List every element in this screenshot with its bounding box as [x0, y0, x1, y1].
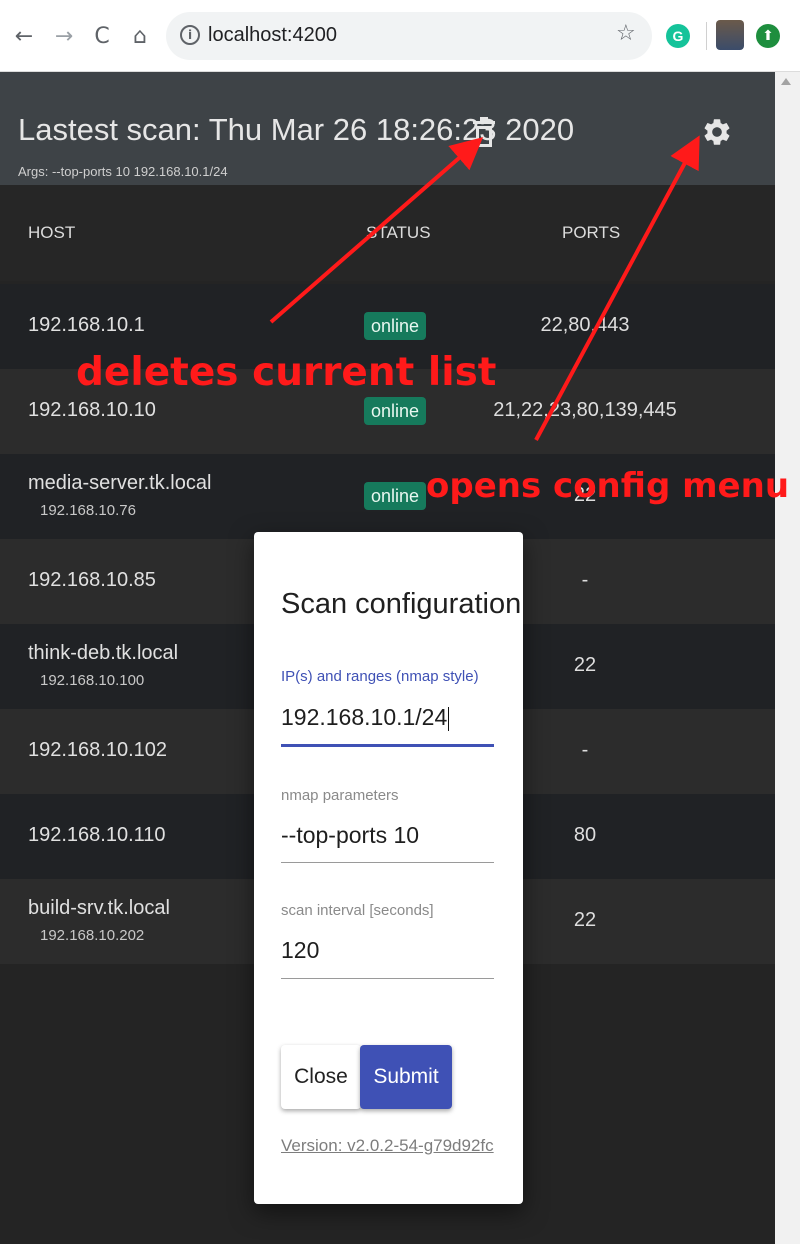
grammarly-extension-icon[interactable]: G	[666, 24, 690, 48]
table-header: HOST STATUS PORTS	[0, 185, 775, 281]
host-name: 192.168.10.110	[28, 824, 166, 846]
config-annotation-text: opens config menu	[426, 466, 790, 506]
address-bar[interactable]: i localhost:4200 ☆	[166, 12, 652, 60]
status-badge: online	[364, 312, 427, 340]
browser-toolbar: ← → C ⌂ i localhost:4200 ☆ G ⬆	[0, 0, 800, 72]
home-icon[interactable]: ⌂	[126, 22, 154, 50]
host-ip: 192.168.10.202	[40, 927, 145, 944]
scan-args: Args: --top-ports 10 192.168.10.1/24	[18, 164, 228, 179]
ip-range-underline	[281, 744, 494, 747]
trash-icon[interactable]	[470, 116, 498, 150]
version-link[interactable]: Version: v2.0.2-54-g79d92fc	[281, 1136, 494, 1156]
star-icon[interactable]: ☆	[616, 21, 636, 46]
scan-interval-input[interactable]: 120	[281, 937, 319, 964]
column-header-status: STATUS	[366, 223, 431, 242]
address-url[interactable]: localhost:4200	[208, 24, 337, 47]
nmap-params-input[interactable]: --top-ports 10	[281, 822, 419, 849]
ip-range-value: 192.168.10.1/24	[281, 704, 448, 730]
ip-range-label: IP(s) and ranges (nmap style)	[281, 668, 479, 685]
text-cursor	[448, 706, 450, 731]
scan-interval-underline	[281, 978, 494, 979]
host-name: think-deb.tk.local	[28, 642, 179, 664]
host-ip: 192.168.10.76	[40, 502, 136, 519]
status-badge: online	[364, 482, 427, 510]
page-scrollbar[interactable]	[775, 72, 800, 1244]
info-icon[interactable]: i	[180, 25, 200, 45]
submit-button[interactable]: Submit	[360, 1045, 452, 1109]
ports-value: 22,80,443	[540, 314, 630, 336]
toolbar-divider	[706, 22, 707, 50]
gear-icon[interactable]	[701, 116, 733, 148]
status-badge: online	[364, 397, 427, 425]
back-icon[interactable]: ←	[10, 22, 38, 50]
column-header-ports: PORTS	[562, 223, 621, 242]
scan-config-dialog: Scan configuration IP(s) and ranges (nma…	[254, 532, 523, 1204]
profile-avatar[interactable]	[716, 20, 744, 50]
host-name: 192.168.10.102	[28, 739, 168, 761]
update-icon[interactable]: ⬆	[756, 24, 780, 48]
host-name: 192.168.10.10	[28, 399, 156, 421]
host-name: build-srv.tk.local	[28, 897, 170, 919]
scan-header: Lastest scan: Thu Mar 26 18:26:23 2020 A…	[0, 72, 775, 185]
ip-range-input[interactable]: 192.168.10.1/24	[281, 704, 450, 731]
forward-icon[interactable]: →	[50, 22, 78, 50]
host-name: 192.168.10.85	[28, 569, 156, 591]
nmap-params-underline	[281, 862, 494, 863]
column-header-host: HOST	[28, 223, 76, 242]
nmap-params-label: nmap parameters	[281, 787, 399, 804]
host-name: 192.168.10.1	[28, 314, 145, 336]
host-name: media-server.tk.local	[28, 472, 212, 494]
ports-value: 21,22,23,80,139,445	[493, 399, 677, 421]
close-button[interactable]: Close	[281, 1045, 361, 1109]
scan-interval-label: scan interval [seconds]	[281, 902, 434, 919]
reload-icon[interactable]: C	[88, 22, 116, 50]
scroll-up-arrow-icon[interactable]	[781, 78, 791, 85]
app-viewport: Lastest scan: Thu Mar 26 18:26:23 2020 A…	[0, 72, 775, 1244]
delete-annotation-text: deletes current list	[76, 350, 497, 395]
host-ip: 192.168.10.100	[40, 672, 145, 689]
dialog-title: Scan configuration	[281, 588, 522, 620]
